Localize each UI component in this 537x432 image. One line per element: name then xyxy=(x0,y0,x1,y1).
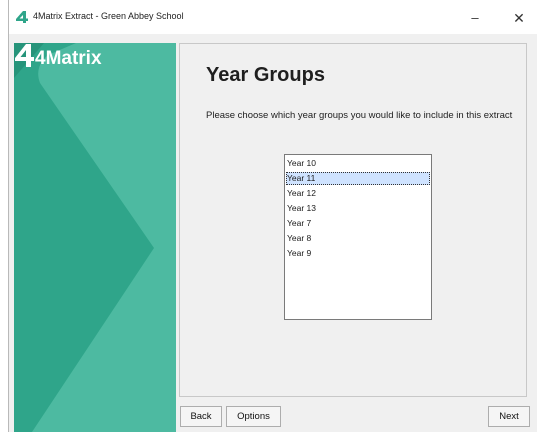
brand-side-panel: 4Matrix xyxy=(14,43,176,432)
wizard-content-panel: Year Groups Please choose which year gro… xyxy=(179,43,527,397)
year-group-item[interactable]: Year 9 xyxy=(286,247,430,260)
year-groups-listbox[interactable]: Year 10 Year 11 Year 12 Year 13 Year 7 Year 8… xyxy=(284,154,432,320)
app-4-icon xyxy=(16,11,28,23)
year-group-item[interactable]: Year 11 xyxy=(286,172,430,185)
title-bar[interactable]: 4Matrix Extract - Green Abbey School – ✕ xyxy=(9,0,537,34)
year-group-item[interactable]: Year 8 xyxy=(286,232,430,245)
year-group-item[interactable]: Year 13 xyxy=(286,202,430,215)
next-button[interactable]: Next xyxy=(488,406,530,427)
page-description: Please choose which year groups you woul… xyxy=(206,110,513,121)
year-group-item[interactable]: Year 12 xyxy=(286,187,430,200)
brand-chevron-graphic xyxy=(14,43,176,432)
close-button[interactable]: ✕ xyxy=(504,7,534,29)
year-group-item[interactable]: Year 7 xyxy=(286,217,430,230)
options-button[interactable]: Options xyxy=(226,406,281,427)
back-button[interactable]: Back xyxy=(180,406,222,427)
4matrix-logo: 4Matrix xyxy=(15,44,102,69)
logo-text: 4Matrix xyxy=(35,48,102,69)
year-group-item[interactable]: Year 10 xyxy=(286,157,430,170)
window-title: 4Matrix Extract - Green Abbey School xyxy=(33,11,184,21)
page-title: Year Groups xyxy=(206,64,325,86)
minimize-button[interactable]: – xyxy=(460,7,490,29)
